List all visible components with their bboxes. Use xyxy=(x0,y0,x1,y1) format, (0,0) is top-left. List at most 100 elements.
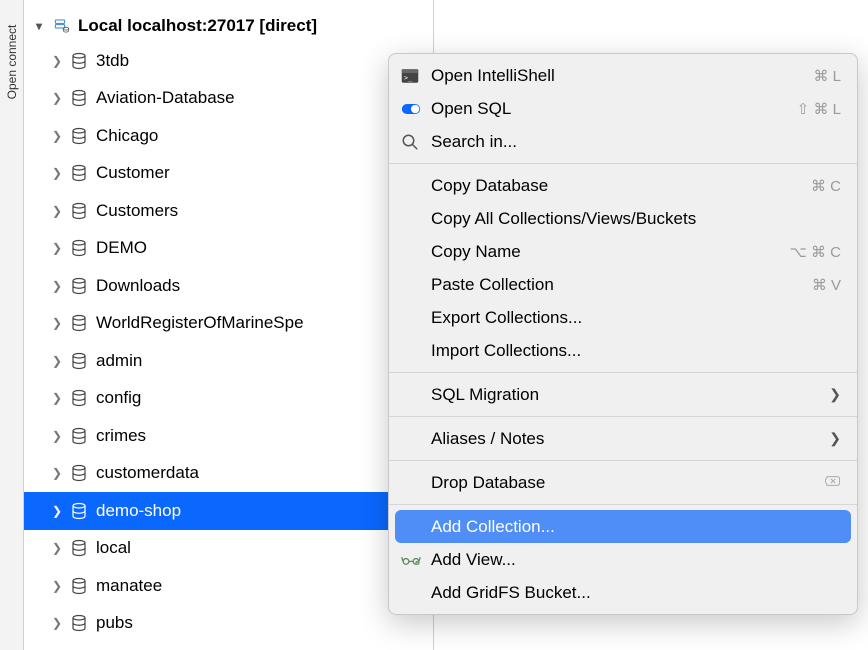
chevron-right-icon: ❯ xyxy=(50,91,64,105)
menu-item-copy-database[interactable]: Copy Database⌘ C xyxy=(389,169,857,202)
database-icon xyxy=(70,464,88,482)
chevron-right-icon: ❯ xyxy=(50,354,64,368)
database-icon xyxy=(70,127,88,145)
database-icon xyxy=(70,239,88,257)
menu-item-aliases-notes[interactable]: Aliases / Notes ❯ xyxy=(389,422,857,455)
menu-item-label: Copy All Collections/Views/Buckets xyxy=(431,209,841,229)
menu-item-import-collections[interactable]: Import Collections... xyxy=(389,334,857,367)
database-icon xyxy=(70,202,88,220)
database-icon xyxy=(70,89,88,107)
menu-item-export-collections[interactable]: Export Collections... xyxy=(389,301,857,334)
db-label: crimes xyxy=(96,426,146,446)
search-icon xyxy=(401,133,427,151)
db-item-demo-shop[interactable]: ❯ demo-shop xyxy=(24,492,433,530)
database-icon xyxy=(70,389,88,407)
db-item-customerdata[interactable]: ❯ customerdata xyxy=(24,455,433,493)
chevron-right-icon: ❯ xyxy=(50,579,64,593)
db-label: WorldRegisterOfMarineSpe xyxy=(96,313,304,333)
chevron-right-icon: ❯ xyxy=(50,616,64,630)
menu-item-add-view[interactable]: +Add View... xyxy=(389,543,857,576)
database-icon xyxy=(70,502,88,520)
db-item-crimes[interactable]: ❯ crimes xyxy=(24,417,433,455)
db-item-admin[interactable]: ❯ admin xyxy=(24,342,433,380)
db-item-pubs[interactable]: ❯ pubs xyxy=(24,605,433,643)
menu-item-paste-collection[interactable]: Paste Collection⌘ V xyxy=(389,268,857,301)
menu-item-label: Copy Name xyxy=(431,242,790,262)
chevron-right-icon: ❯ xyxy=(50,316,64,330)
menu-item-label: Open IntelliShell xyxy=(431,66,813,86)
db-item-worldregisterofmarinespe[interactable]: ❯ WorldRegisterOfMarineSpe xyxy=(24,305,433,343)
menu-separator xyxy=(389,460,857,461)
database-icon xyxy=(70,52,88,70)
chevron-right-icon: ❯ xyxy=(50,429,64,443)
chevron-right-icon: ❯ xyxy=(50,241,64,255)
menu-item-add-gridfs-bucket[interactable]: Add GridFS Bucket... xyxy=(389,576,857,609)
db-label: pubs xyxy=(96,613,133,633)
chevron-right-icon: ❯ xyxy=(829,430,841,447)
menu-item-search-in[interactable]: Search in... xyxy=(389,125,857,158)
db-label: demo-shop xyxy=(96,501,181,521)
menu-item-label: Copy Database xyxy=(431,176,811,196)
menu-item-label: Add Collection... xyxy=(431,517,841,537)
menu-item-drop-database[interactable]: Drop Database xyxy=(389,466,857,499)
chevron-right-icon: ❯ xyxy=(50,166,64,180)
chevron-right-icon: ❯ xyxy=(50,204,64,218)
connection-tree-panel: ▾ Local localhost:27017 [direct] ❯ 3tdb … xyxy=(24,0,434,650)
db-item-customer[interactable]: ❯ Customer xyxy=(24,155,433,193)
menu-item-label: Aliases / Notes xyxy=(431,429,821,449)
db-label: Downloads xyxy=(96,276,180,296)
db-item-3tdb[interactable]: ❯ 3tdb xyxy=(24,42,433,80)
db-item-config[interactable]: ❯ config xyxy=(24,380,433,418)
db-label: config xyxy=(96,388,141,408)
menu-item-open-intellishell[interactable]: >_Open IntelliShell⌘ L xyxy=(389,59,857,92)
menu-item-label: Search in... xyxy=(431,132,841,152)
db-item-local[interactable]: ❯ local xyxy=(24,530,433,568)
menu-item-copy-name[interactable]: Copy Name⌥ ⌘ C xyxy=(389,235,857,268)
db-label: Chicago xyxy=(96,126,158,146)
db-item-customers[interactable]: ❯ Customers xyxy=(24,192,433,230)
server-icon xyxy=(52,18,72,34)
menu-item-label: SQL Migration xyxy=(431,385,821,405)
db-item-chicago[interactable]: ❯ Chicago xyxy=(24,117,433,155)
shortcut-label: ⌥ ⌘ C xyxy=(790,243,841,261)
db-item-aviation-database[interactable]: ❯ Aviation-Database xyxy=(24,80,433,118)
shortcut-label: ⌘ C xyxy=(811,177,841,195)
menu-item-add-collection[interactable]: Add Collection... xyxy=(395,510,851,543)
side-rail-label: Open connect xyxy=(5,25,19,100)
db-item-demo[interactable]: ❯ DEMO xyxy=(24,230,433,268)
db-item-manatee[interactable]: ❯ manatee xyxy=(24,567,433,605)
db-label: customerdata xyxy=(96,463,199,483)
menu-item-label: Add View... xyxy=(431,550,841,570)
chevron-right-icon: ❯ xyxy=(50,129,64,143)
db-label: Customers xyxy=(96,201,178,221)
db-label: Customer xyxy=(96,163,170,183)
shortcut-label: ⇧ ⌘ L xyxy=(797,100,841,118)
connection-label: Local localhost:27017 [direct] xyxy=(78,16,317,36)
chevron-right-icon: ❯ xyxy=(50,504,64,518)
menu-item-open-sql[interactable]: Open SQL⇧ ⌘ L xyxy=(389,92,857,125)
db-item-downloads[interactable]: ❯ Downloads xyxy=(24,267,433,305)
menu-separator xyxy=(389,372,857,373)
db-label: DEMO xyxy=(96,238,147,258)
database-icon xyxy=(70,314,88,332)
chevron-right-icon: ❯ xyxy=(50,54,64,68)
connection-root[interactable]: ▾ Local localhost:27017 [direct] xyxy=(24,10,433,42)
menu-item-label: Import Collections... xyxy=(431,341,841,361)
database-icon xyxy=(70,164,88,182)
shortcut-label: ⌘ V xyxy=(812,276,841,294)
database-icon xyxy=(70,614,88,632)
side-rail[interactable]: Open connect xyxy=(0,0,24,650)
database-icon xyxy=(70,277,88,295)
menu-item-sql-migration[interactable]: SQL Migration❯ xyxy=(389,378,857,411)
database-icon xyxy=(70,352,88,370)
menu-item-label: Export Collections... xyxy=(431,308,841,328)
db-label: local xyxy=(96,538,131,558)
terminal-icon: >_ xyxy=(401,68,427,84)
menu-item-label: Paste Collection xyxy=(431,275,812,295)
chevron-right-icon: ❯ xyxy=(50,391,64,405)
menu-separator xyxy=(389,163,857,164)
menu-item-copy-all-collections-views-buckets[interactable]: Copy All Collections/Views/Buckets xyxy=(389,202,857,235)
chevron-down-icon: ▾ xyxy=(32,19,46,33)
chevron-right-icon: ❯ xyxy=(50,279,64,293)
chevron-right-icon: ❯ xyxy=(50,466,64,480)
